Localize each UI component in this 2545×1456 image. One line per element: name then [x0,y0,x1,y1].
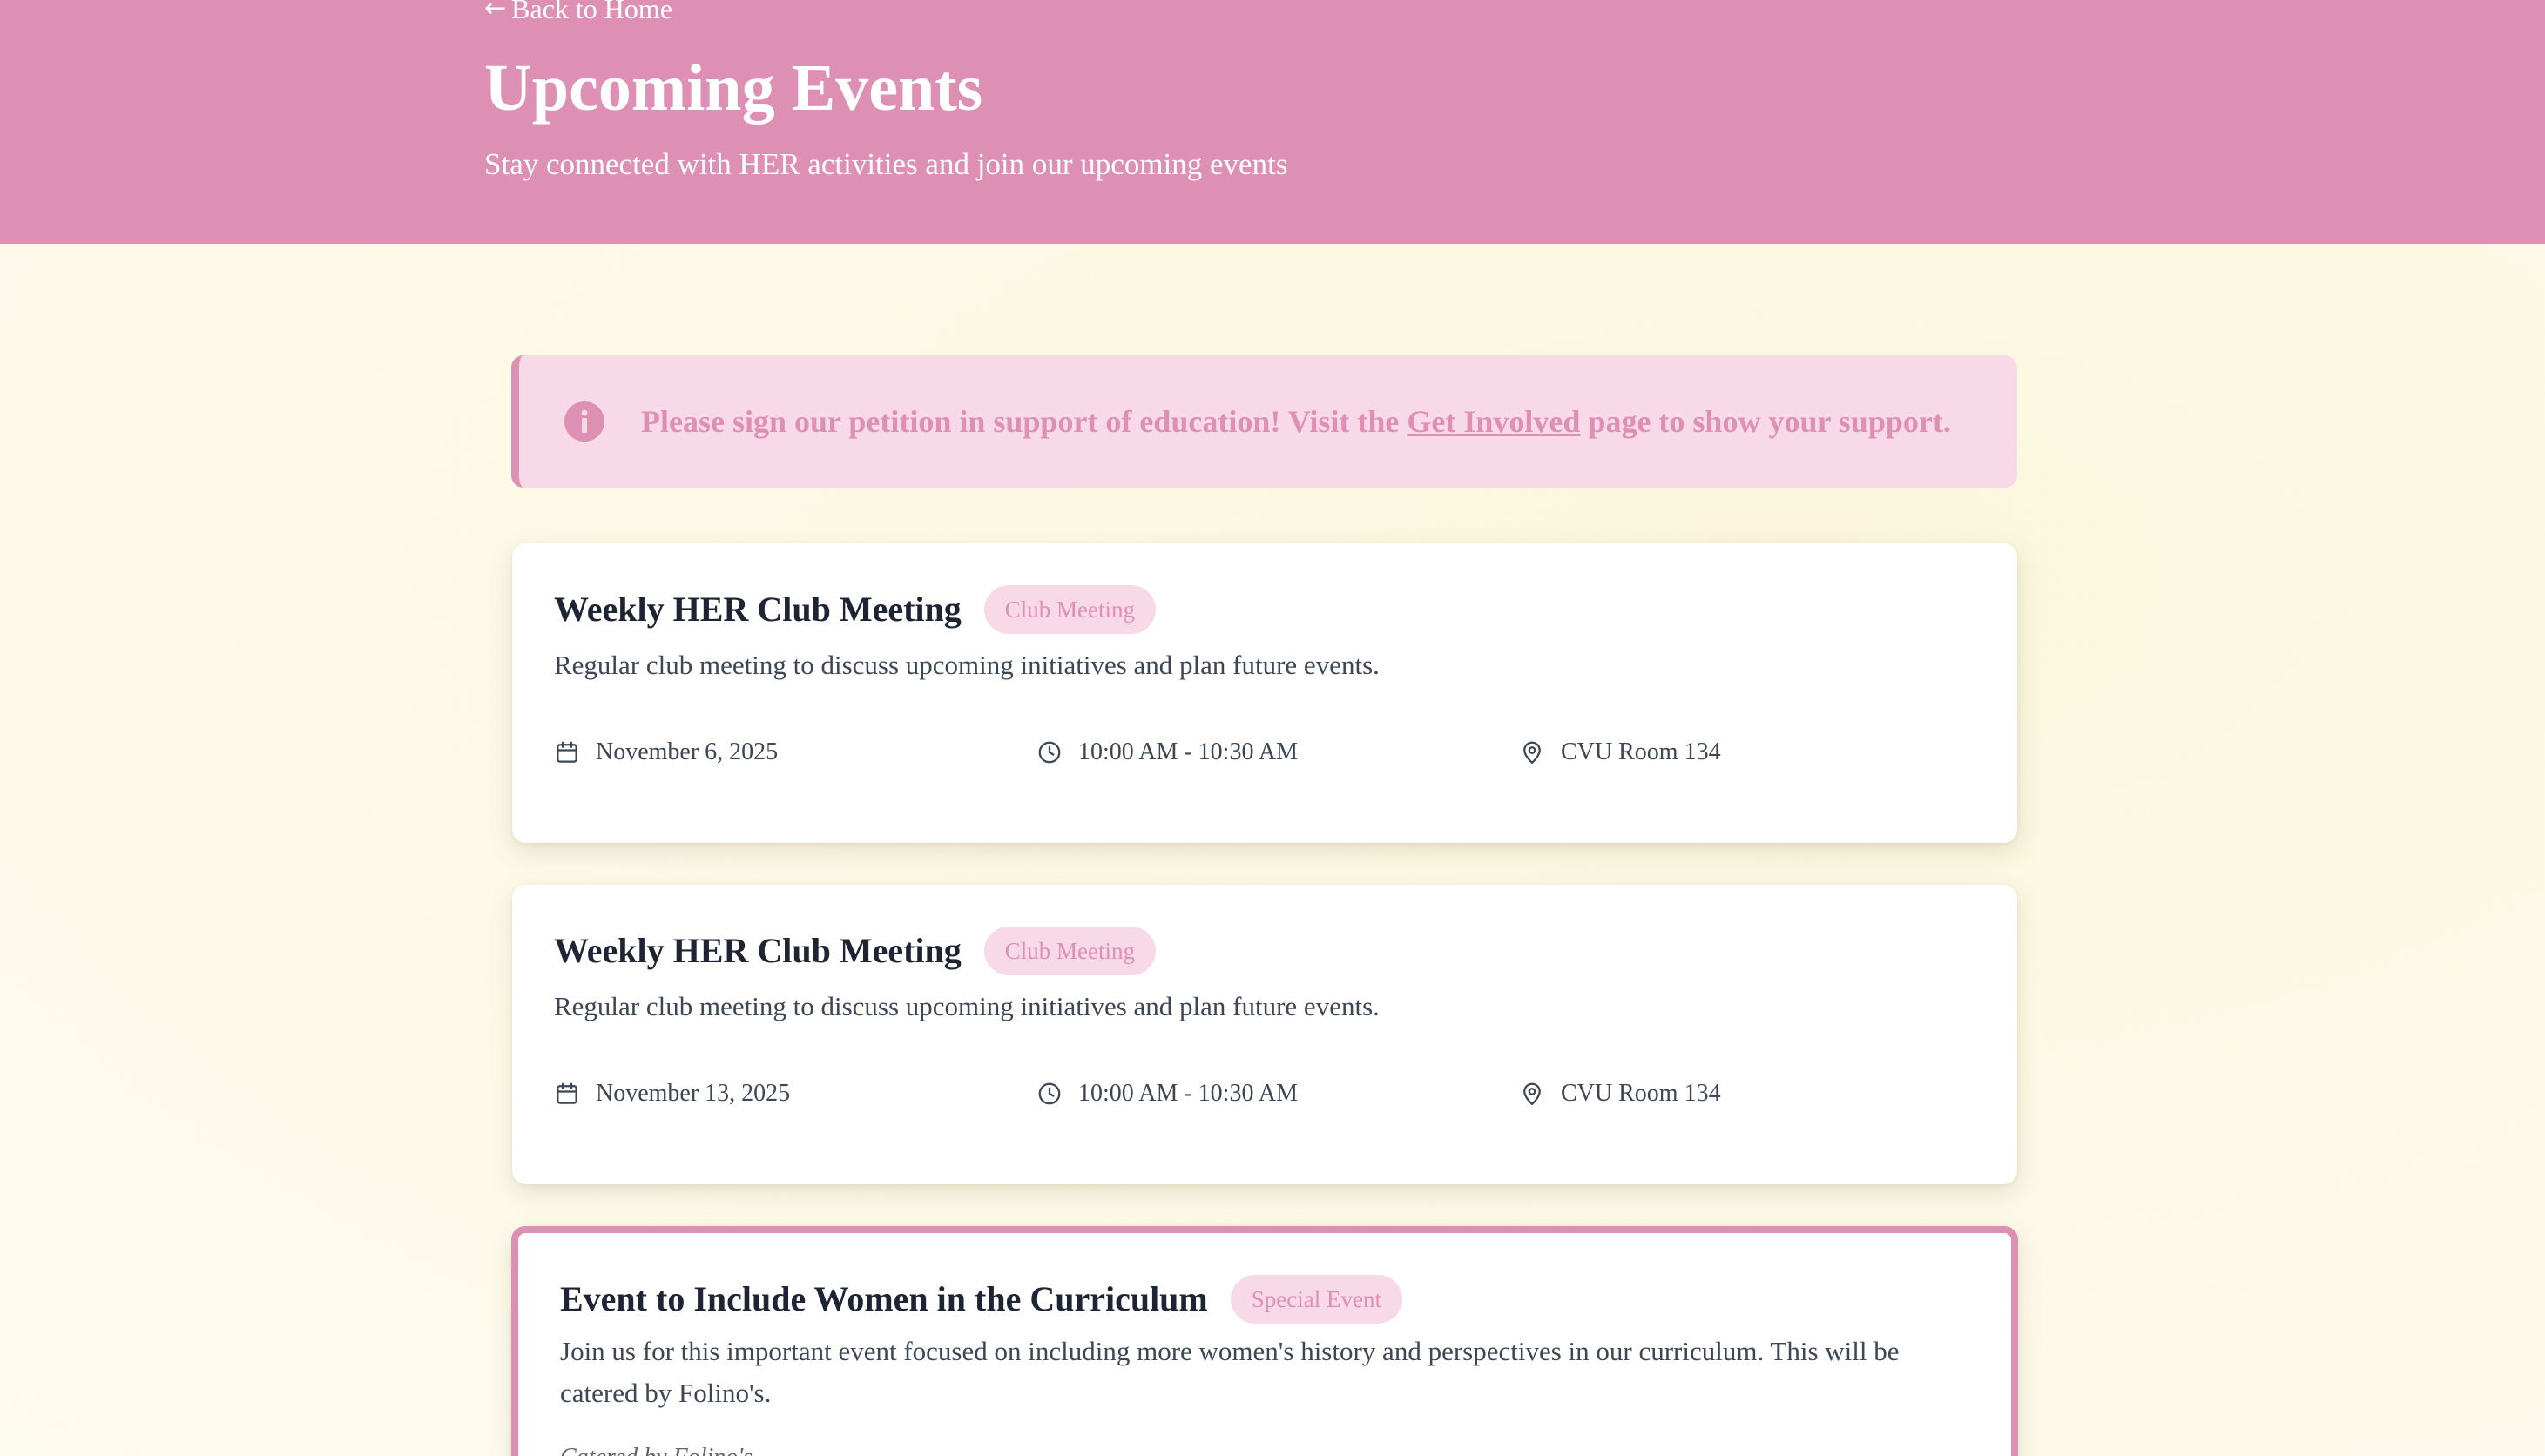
event-category-badge: Special Event [1230,1275,1402,1324]
back-to-home-link[interactable]: ← Back to Home [484,0,672,26]
event-location-text: CVU Room 134 [1561,1080,1721,1107]
back-link-label: Back to Home [511,0,672,24]
event-time-text: 10:00 AM - 10:30 AM [1078,738,1299,765]
notice-text-before: Please sign our petition in support of e… [641,404,1408,439]
event-title: Event to Include Women in the Curriculum [560,1279,1208,1318]
page-title: Upcoming Events [484,51,983,125]
event-caterer-note: Catered by Folino's [560,1440,753,1456]
special-event-card[interactable]: Event to Include Women in the Curriculum… [511,1226,2018,1456]
calendar-icon [557,1082,577,1104]
event-category-badge: Club Meeting [983,927,1157,975]
event-time: 10:00 AM - 10:30 AM [1036,735,1298,770]
page-header: ← Back to Home Upcoming Events Stay conn… [0,0,2545,244]
event-date: November 13, 2025 [554,1076,790,1111]
event-date-text: November 13, 2025 [596,1080,791,1107]
event-meta-row: November 6, 2025 10:00 AM - 10:30 AM CVU… [554,735,1982,770]
notice-text-after: page to show your support. [1580,404,1951,439]
page-subtitle: Stay connected with HER activities and j… [484,147,1288,181]
event-description: Regular club meeting to discuss upcoming… [554,650,1380,680]
event-category-badge: Club Meeting [983,585,1157,634]
event-location-text: CVU Room 134 [1561,738,1721,765]
event-date-text: November 6, 2025 [596,738,779,765]
get-involved-link[interactable]: Get Involved [1407,404,1580,439]
petition-notice: Please sign our petition in support of e… [511,355,2017,488]
info-icon [564,401,604,442]
event-location: CVU Room 134 [1519,1076,1721,1111]
event-card-header: Weekly HER Club Meeting Club Meeting [554,927,1157,975]
event-description: Join us for this important event focused… [560,1336,1900,1408]
event-meta-row: November 13, 2025 10:00 AM - 10:30 AM CV… [554,1076,1982,1111]
event-location: CVU Room 134 [1519,735,1721,770]
clock-icon [1038,741,1061,764]
event-title: Weekly HER Club Meeting [554,931,962,970]
map-pin-icon [1523,741,1541,764]
calendar-icon [557,741,577,763]
map-pin-icon [1523,1082,1541,1105]
event-date: November 6, 2025 [554,735,778,770]
event-description: Regular club meeting to discuss upcoming… [554,991,1380,1021]
arrow-left-icon: ← [484,0,507,24]
notice-text: Please sign our petition in support of e… [641,403,1951,440]
event-card[interactable]: Weekly HER Club Meeting Club Meeting Reg… [512,885,2017,1184]
event-card-header: Weekly HER Club Meeting Club Meeting [554,585,1157,634]
clock-icon [1038,1082,1061,1105]
event-time-text: 10:00 AM - 10:30 AM [1078,1080,1299,1107]
event-time: 10:00 AM - 10:30 AM [1036,1076,1298,1111]
event-title: Weekly HER Club Meeting [554,590,962,629]
event-card-header: Event to Include Women in the Curriculum… [560,1275,1402,1324]
event-card[interactable]: Weekly HER Club Meeting Club Meeting Reg… [512,543,2017,843]
